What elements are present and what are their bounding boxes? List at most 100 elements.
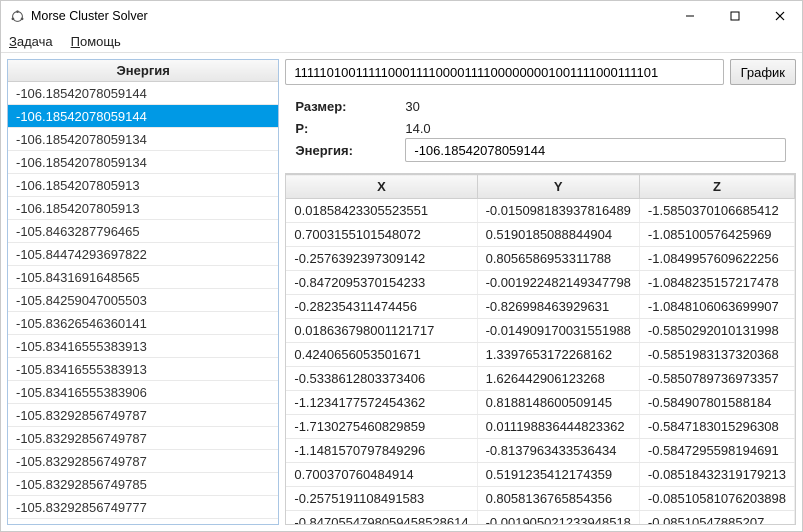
list-item[interactable]: -105.83416555383906 bbox=[8, 381, 278, 404]
table-cell: -1.085100576425969 bbox=[639, 223, 794, 247]
table-cell: 1.626442906123268 bbox=[477, 367, 639, 391]
list-item[interactable]: -105.83416555383913 bbox=[8, 358, 278, 381]
energy-list-panel: Энергия -106.18542078059144-106.18542078… bbox=[7, 59, 279, 525]
table-row[interactable]: -1.71302754608298590.011198836444823362-… bbox=[286, 415, 794, 439]
table-cell: -1.0848106063699907 bbox=[639, 295, 794, 319]
table-cell: -0.5847183015296308 bbox=[639, 415, 794, 439]
list-item[interactable]: -105.83626546360141 bbox=[8, 312, 278, 335]
table-row[interactable]: 0.7003707604849140.5191235412174359-0.08… bbox=[286, 463, 794, 487]
table-row[interactable]: -0.282354311474456-0.826998463929631-1.0… bbox=[286, 295, 794, 319]
table-cell: -0.5338612803373406 bbox=[286, 367, 477, 391]
table-row[interactable]: -0.25763923973091420.8056586953311788-1.… bbox=[286, 247, 794, 271]
table-cell: 0.8056586953311788 bbox=[477, 247, 639, 271]
table-cell: 0.4240656053501671 bbox=[286, 343, 477, 367]
bitstring-row: График bbox=[285, 59, 796, 85]
table-cell: 0.018636798001121717 bbox=[286, 319, 477, 343]
list-item[interactable]: -106.1854207805913 bbox=[8, 174, 278, 197]
table-row[interactable]: 0.42406560535016711.3397653172268162-0.5… bbox=[286, 343, 794, 367]
bitstring-input[interactable] bbox=[285, 59, 723, 85]
list-item[interactable]: -105.8463287796465 bbox=[8, 220, 278, 243]
table-cell: 0.8188148600509145 bbox=[477, 391, 639, 415]
content-area: Энергия -106.18542078059144-106.18542078… bbox=[1, 53, 802, 531]
minimize-button[interactable] bbox=[667, 1, 712, 31]
table-row[interactable]: 0.70031551015480720.5190185088844904-1.0… bbox=[286, 223, 794, 247]
table-row[interactable]: -0.8472095370154233-0.001922482149347798… bbox=[286, 271, 794, 295]
table-cell: -0.5847295598194691 bbox=[639, 439, 794, 463]
table-row[interactable]: -0.8470554798059458528614-0.001905021233… bbox=[286, 511, 794, 526]
table-cell: -0.2576392397309142 bbox=[286, 247, 477, 271]
energy-label: Энергия: bbox=[295, 143, 405, 158]
table-cell: 0.8058136765854356 bbox=[477, 487, 639, 511]
coordinates-table: XYZ 0.01858423305523551-0.01509818393781… bbox=[286, 174, 795, 525]
list-item[interactable]: -106.18542078059144 bbox=[8, 82, 278, 105]
table-cell: -1.7130275460829859 bbox=[286, 415, 477, 439]
menu-help[interactable]: Помощь bbox=[71, 34, 121, 49]
list-item[interactable]: -105.83292856749785 bbox=[8, 473, 278, 496]
table-cell: -0.282354311474456 bbox=[286, 295, 477, 319]
p-value: 14.0 bbox=[405, 121, 430, 136]
table-cell: -0.584907801588184 bbox=[639, 391, 794, 415]
table-cell: -0.014909170031551988 bbox=[477, 319, 639, 343]
list-item[interactable]: -105.83292856749787 bbox=[8, 404, 278, 427]
app-icon bbox=[9, 8, 25, 24]
table-cell: -0.2575191108491583 bbox=[286, 487, 477, 511]
size-label: Размер: bbox=[295, 99, 405, 114]
list-item[interactable]: -106.18542078059134 bbox=[8, 128, 278, 151]
column-header[interactable]: Y bbox=[477, 175, 639, 199]
list-item[interactable]: -105.83292856749777 bbox=[8, 496, 278, 519]
maximize-button[interactable] bbox=[712, 1, 757, 31]
table-cell: -0.8137963433536434 bbox=[477, 439, 639, 463]
table-cell: -0.5850292010131998 bbox=[639, 319, 794, 343]
window-title: Morse Cluster Solver bbox=[31, 9, 667, 23]
column-header[interactable]: X bbox=[286, 175, 477, 199]
table-row[interactable]: 0.01858423305523551-0.015098183937816489… bbox=[286, 199, 794, 223]
list-item[interactable]: -105.8431691648565 bbox=[8, 266, 278, 289]
list-item[interactable]: -106.18542078059144 bbox=[8, 105, 278, 128]
table-cell: -0.8470554798059458528614 bbox=[286, 511, 477, 526]
table-cell: -0.5850789736973357 bbox=[639, 367, 794, 391]
titlebar: Morse Cluster Solver bbox=[1, 1, 802, 31]
table-cell: 0.01858423305523551 bbox=[286, 199, 477, 223]
menubar: Задача Помощь bbox=[1, 31, 802, 53]
table-cell: -0.08510581076203898 bbox=[639, 487, 794, 511]
size-value: 30 bbox=[405, 99, 419, 114]
column-header[interactable]: Z bbox=[639, 175, 794, 199]
table-cell: 0.5190185088844904 bbox=[477, 223, 639, 247]
table-row[interactable]: -0.53386128033734061.626442906123268-0.5… bbox=[286, 367, 794, 391]
menu-task[interactable]: Задача bbox=[9, 34, 53, 49]
coordinates-table-wrap[interactable]: XYZ 0.01858423305523551-0.01509818393781… bbox=[285, 173, 796, 525]
table-row[interactable]: -0.25751911084915830.8058136765854356-0.… bbox=[286, 487, 794, 511]
graph-button[interactable]: График bbox=[730, 59, 796, 85]
table-cell: 0.7003155101548072 bbox=[286, 223, 477, 247]
window-controls bbox=[667, 1, 802, 31]
list-item[interactable]: -106.18542078059134 bbox=[8, 151, 278, 174]
table-cell: 0.5191235412174359 bbox=[477, 463, 639, 487]
table-row[interactable]: -1.12341775724543620.8188148600509145-0.… bbox=[286, 391, 794, 415]
table-cell: -1.1481570797849296 bbox=[286, 439, 477, 463]
close-button[interactable] bbox=[757, 1, 802, 31]
table-cell: -0.001922482149347798 bbox=[477, 271, 639, 295]
energy-input[interactable] bbox=[405, 138, 786, 162]
app-window: Morse Cluster Solver Задача Помощь Энерг… bbox=[0, 0, 803, 532]
list-item[interactable]: -105.83292856749787 bbox=[8, 450, 278, 473]
details-panel: График Размер: 30 P: 14.0 Энергия: XYZ bbox=[285, 59, 796, 525]
table-cell: -1.0848235157217478 bbox=[639, 271, 794, 295]
list-item[interactable]: -105.84474293697822 bbox=[8, 243, 278, 266]
table-cell: 0.011198836444823362 bbox=[477, 415, 639, 439]
energy-list[interactable]: -106.18542078059144-106.18542078059144-1… bbox=[8, 82, 278, 524]
table-cell: 1.3397653172268162 bbox=[477, 343, 639, 367]
table-cell: 0.700370760484914 bbox=[286, 463, 477, 487]
table-row[interactable]: 0.018636798001121717-0.01490917003155198… bbox=[286, 319, 794, 343]
energy-list-header: Энергия bbox=[8, 60, 278, 82]
list-item[interactable]: -105.83292856749787 bbox=[8, 427, 278, 450]
table-cell: -0.015098183937816489 bbox=[477, 199, 639, 223]
p-label: P: bbox=[295, 121, 405, 136]
list-item[interactable]: -105.84259047005503 bbox=[8, 289, 278, 312]
list-item[interactable]: -105.83416555383913 bbox=[8, 335, 278, 358]
list-item[interactable]: -106.1854207805913 bbox=[8, 197, 278, 220]
table-cell: -0.08518432319179213 bbox=[639, 463, 794, 487]
table-cell: -0.5851983137320368 bbox=[639, 343, 794, 367]
table-row[interactable]: -1.1481570797849296-0.8137963433536434-0… bbox=[286, 439, 794, 463]
properties-block: Размер: 30 P: 14.0 Энергия: bbox=[285, 91, 796, 167]
table-cell: -1.1234177572454362 bbox=[286, 391, 477, 415]
